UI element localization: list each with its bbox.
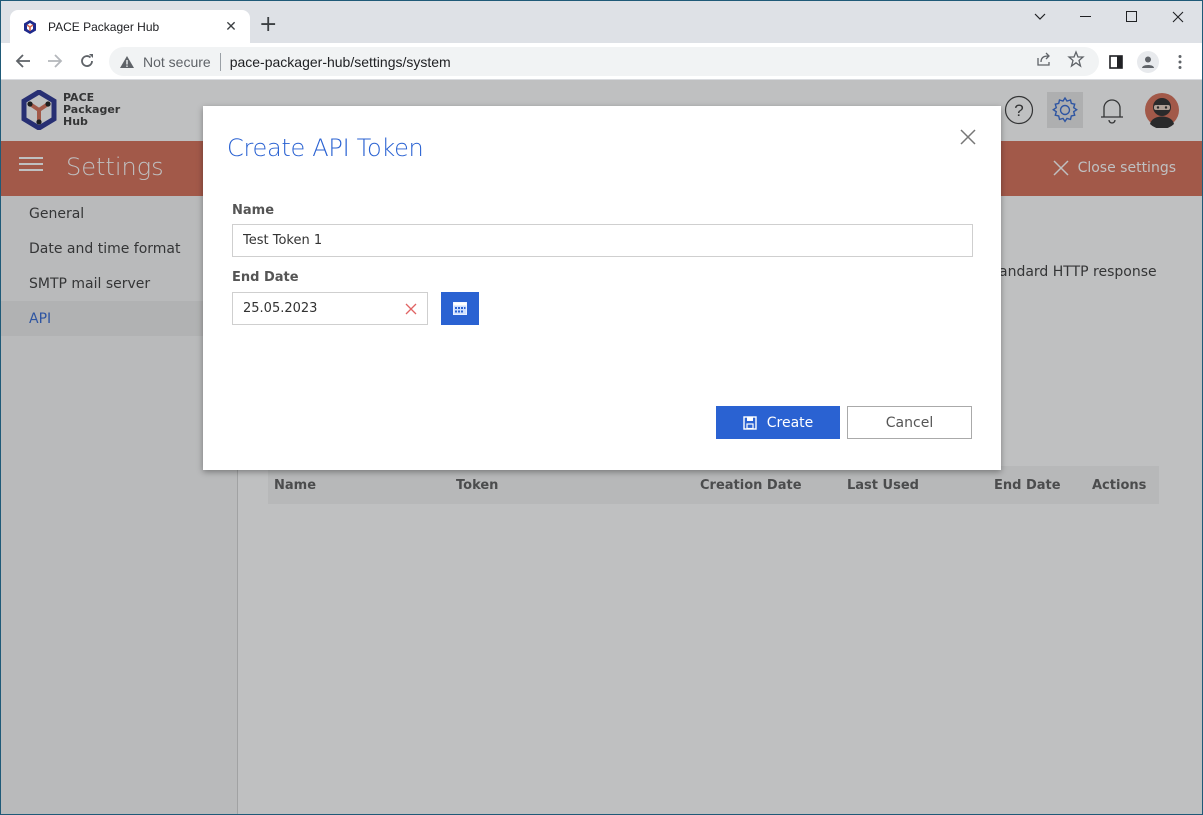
token-name-input[interactable] <box>232 224 973 257</box>
tab-title: PACE Packager Hub <box>48 19 160 34</box>
side-panel-icon[interactable] <box>1105 51 1127 73</box>
clear-date-icon[interactable] <box>403 301 419 317</box>
end-date-input[interactable] <box>232 292 428 325</box>
dialog-title: Create API Token <box>227 134 424 162</box>
maximize-icon[interactable] <box>1109 5 1155 29</box>
calendar-picker-button[interactable] <box>441 292 479 325</box>
browser-window: PACE Packager Hub ✕ + Not secure pace-pa… <box>1 1 1202 814</box>
name-label: Name <box>232 203 275 218</box>
new-tab-button[interactable]: + <box>259 13 277 37</box>
create-api-token-dialog: Create API Token Name End Date Create Ca… <box>203 106 1001 470</box>
omnibox-divider <box>219 52 221 71</box>
share-icon[interactable] <box>1035 50 1053 68</box>
bookmark-star-icon[interactable] <box>1067 50 1085 68</box>
browser-toolbar: Not secure pace-packager-hub/settings/sy… <box>1 43 1202 80</box>
window-close-icon[interactable] <box>1155 5 1201 29</box>
browser-menu-icon[interactable] <box>1169 51 1191 73</box>
forward-icon[interactable] <box>43 49 67 73</box>
tab-search-icon[interactable] <box>1017 5 1063 29</box>
back-icon[interactable] <box>11 49 35 73</box>
address-bar[interactable]: Not secure pace-packager-hub/settings/sy… <box>109 47 1099 76</box>
profile-icon[interactable] <box>1137 51 1159 73</box>
minimize-icon[interactable] <box>1063 5 1109 29</box>
tab-strip: PACE Packager Hub ✕ + <box>1 1 1202 43</box>
browser-tab[interactable]: PACE Packager Hub ✕ <box>10 10 250 43</box>
pace-favicon-icon <box>24 19 36 34</box>
reload-icon[interactable] <box>75 49 99 73</box>
create-button[interactable]: Create <box>716 406 840 439</box>
create-button-label: Create <box>766 414 814 431</box>
warning-icon[interactable] <box>119 55 135 69</box>
cancel-button[interactable]: Cancel <box>847 406 972 439</box>
dialog-close-icon[interactable] <box>957 126 979 148</box>
end-date-label: End Date <box>232 270 299 285</box>
tab-close-icon[interactable]: ✕ <box>222 19 240 35</box>
security-status[interactable]: Not secure <box>143 54 211 70</box>
url-text[interactable]: pace-packager-hub/settings/system <box>230 54 451 70</box>
calendar-icon <box>453 302 467 315</box>
save-icon <box>743 415 757 430</box>
